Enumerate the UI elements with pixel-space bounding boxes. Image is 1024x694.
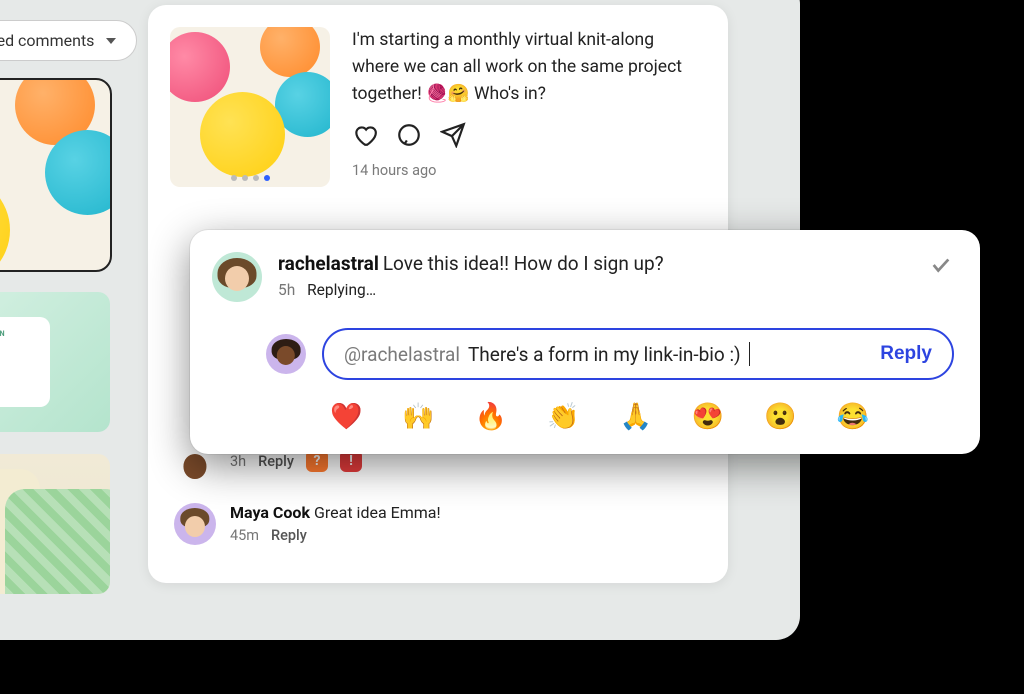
- comment-username: rachelastral: [278, 252, 379, 275]
- emoji-fire[interactable]: 🔥: [475, 402, 507, 432]
- like-icon[interactable]: [352, 122, 378, 152]
- reply-mention: @rachelastral: [344, 343, 460, 366]
- comment-text: Great idea Emma!: [314, 503, 441, 522]
- emoji-picker: ❤️ 🙌 🔥 👏 🙏 😍 😮 😂: [330, 402, 954, 432]
- post-image[interactable]: [170, 27, 330, 187]
- check-icon[interactable]: [930, 254, 952, 276]
- emoji-clap[interactable]: 👏: [547, 402, 579, 432]
- comment-age: 5h: [278, 281, 295, 299]
- thumbnail-selected[interactable]: [0, 80, 110, 270]
- carousel-dots[interactable]: [170, 175, 330, 181]
- post-timestamp: 14 hours ago: [352, 162, 700, 179]
- post-caption: I'm starting a monthly virtual knit-alon…: [352, 27, 700, 108]
- emoji-raised-hands[interactable]: 🙌: [402, 402, 434, 432]
- post-thumbnails: COTTONFRESH 14: [0, 80, 110, 594]
- reply-link[interactable]: Reply: [258, 453, 294, 470]
- emoji-heart-eyes[interactable]: 😍: [692, 402, 724, 432]
- chevron-down-icon: [106, 38, 116, 44]
- reply-input[interactable]: @rachelastral There's a form in my link-…: [322, 328, 954, 380]
- reply-button[interactable]: Reply: [880, 343, 932, 365]
- comments-list: 3h Reply ? ! Maya Cook: [170, 437, 700, 553]
- emoji-joy[interactable]: 😂: [837, 402, 869, 432]
- reply-text-value: There's a form in my link-in-bio :): [468, 343, 741, 366]
- thumbnail[interactable]: [0, 454, 110, 594]
- avatar: [174, 503, 216, 545]
- comment-age: 3h: [230, 453, 246, 470]
- comment-row: Maya Cook Great idea Emma! 45m Reply: [170, 495, 700, 553]
- reply-link[interactable]: Reply: [271, 527, 307, 544]
- filter-label: answered comments: [0, 31, 94, 50]
- share-icon[interactable]: [440, 122, 466, 152]
- emoji-pray[interactable]: 🙏: [620, 402, 652, 432]
- avatar: [266, 334, 306, 374]
- reply-popover: rachelastral Love this idea!! How do I s…: [190, 230, 980, 454]
- avatar: [212, 252, 262, 302]
- comment-icon[interactable]: [396, 122, 422, 152]
- emoji-heart[interactable]: ❤️: [330, 402, 362, 432]
- thumbnail[interactable]: COTTONFRESH 14: [0, 292, 110, 432]
- filter-dropdown[interactable]: answered comments: [0, 20, 137, 61]
- comment-text: Love this idea!! How do I sign up?: [383, 252, 664, 275]
- comment-age: 45m: [230, 527, 259, 544]
- emoji-wow[interactable]: 😮: [764, 402, 796, 432]
- text-cursor: [749, 342, 750, 366]
- comment-username: Maya Cook: [230, 503, 310, 522]
- reply-status: Replying…: [307, 281, 376, 299]
